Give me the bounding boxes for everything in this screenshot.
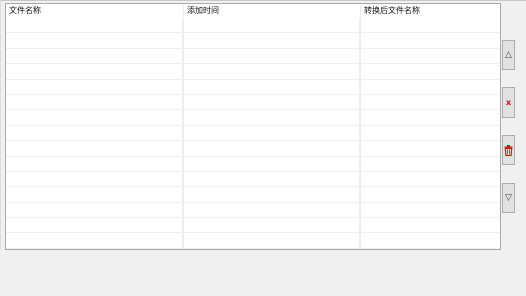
table-cell	[6, 110, 183, 125]
remove-button[interactable]: x	[502, 87, 515, 118]
table-cell	[6, 64, 183, 79]
table-cell	[183, 202, 360, 218]
table-row[interactable]	[6, 171, 500, 188]
table-row[interactable]	[6, 125, 500, 142]
column-header-converted-name[interactable]: 转换后文件名称	[361, 4, 500, 18]
move-up-button[interactable]: △	[502, 40, 515, 70]
table-cell	[183, 18, 360, 33]
table-cell	[183, 187, 360, 202]
table-row[interactable]	[6, 33, 500, 49]
table-cell	[360, 187, 500, 201]
table-cell	[360, 95, 500, 109]
table-cell	[360, 203, 500, 217]
file-list-header: 文件名称 添加时间 转换后文件名称	[6, 4, 500, 18]
table-row[interactable]	[6, 141, 500, 157]
table-cell	[183, 218, 360, 233]
table-row[interactable]	[6, 18, 500, 34]
table-cell	[360, 64, 500, 78]
table-cell	[183, 94, 360, 110]
table-cell	[183, 141, 360, 156]
table-cell	[183, 33, 360, 48]
table-row[interactable]	[6, 233, 500, 249]
table-row[interactable]	[6, 64, 500, 80]
table-cell	[360, 141, 500, 155]
column-header-added-time[interactable]: 添加时间	[184, 4, 361, 18]
table-cell	[360, 157, 500, 171]
table-cell	[360, 33, 500, 47]
table-cell	[6, 156, 183, 171]
table-cell	[6, 48, 183, 64]
table-row[interactable]	[6, 202, 500, 219]
triangle-down-icon: ▽	[505, 193, 512, 203]
table-cell	[183, 48, 360, 64]
table-row[interactable]	[6, 48, 500, 65]
triangle-up-icon: △	[505, 50, 512, 60]
move-down-button[interactable]: ▽	[502, 183, 515, 213]
table-cell	[183, 125, 360, 141]
table-row[interactable]	[6, 156, 500, 172]
delete-button[interactable]	[502, 135, 515, 165]
table-cell	[360, 110, 500, 124]
table-row[interactable]	[6, 218, 500, 234]
table-cell	[360, 126, 500, 140]
bottom-panel	[0, 250, 526, 296]
table-cell	[183, 171, 360, 187]
table-cell	[6, 18, 183, 33]
table-cell	[6, 171, 183, 187]
file-list-rows	[6, 18, 500, 249]
table-cell	[6, 187, 183, 202]
table-cell	[6, 125, 183, 141]
table-cell	[183, 233, 360, 248]
table-cell	[6, 218, 183, 233]
file-list[interactable]: 文件名称 添加时间 转换后文件名称	[5, 3, 501, 250]
table-cell	[6, 33, 183, 48]
table-cell	[6, 233, 183, 248]
table-cell	[6, 79, 183, 94]
table-row[interactable]	[6, 110, 500, 126]
table-cell	[360, 218, 500, 232]
table-cell	[360, 233, 500, 247]
trash-icon	[504, 144, 513, 156]
table-cell	[360, 80, 500, 94]
table-cell	[183, 79, 360, 94]
table-row[interactable]	[6, 94, 500, 111]
table-cell	[360, 18, 500, 32]
table-row[interactable]	[6, 187, 500, 203]
table-cell	[6, 202, 183, 218]
table-cell	[183, 64, 360, 79]
table-cell	[183, 156, 360, 171]
table-cell	[360, 49, 500, 63]
table-cell	[6, 94, 183, 110]
table-row[interactable]	[6, 79, 500, 95]
close-icon: x	[505, 98, 512, 107]
table-cell	[6, 141, 183, 156]
column-header-file-name[interactable]: 文件名称	[6, 4, 184, 18]
table-cell	[183, 110, 360, 125]
table-cell	[360, 172, 500, 186]
